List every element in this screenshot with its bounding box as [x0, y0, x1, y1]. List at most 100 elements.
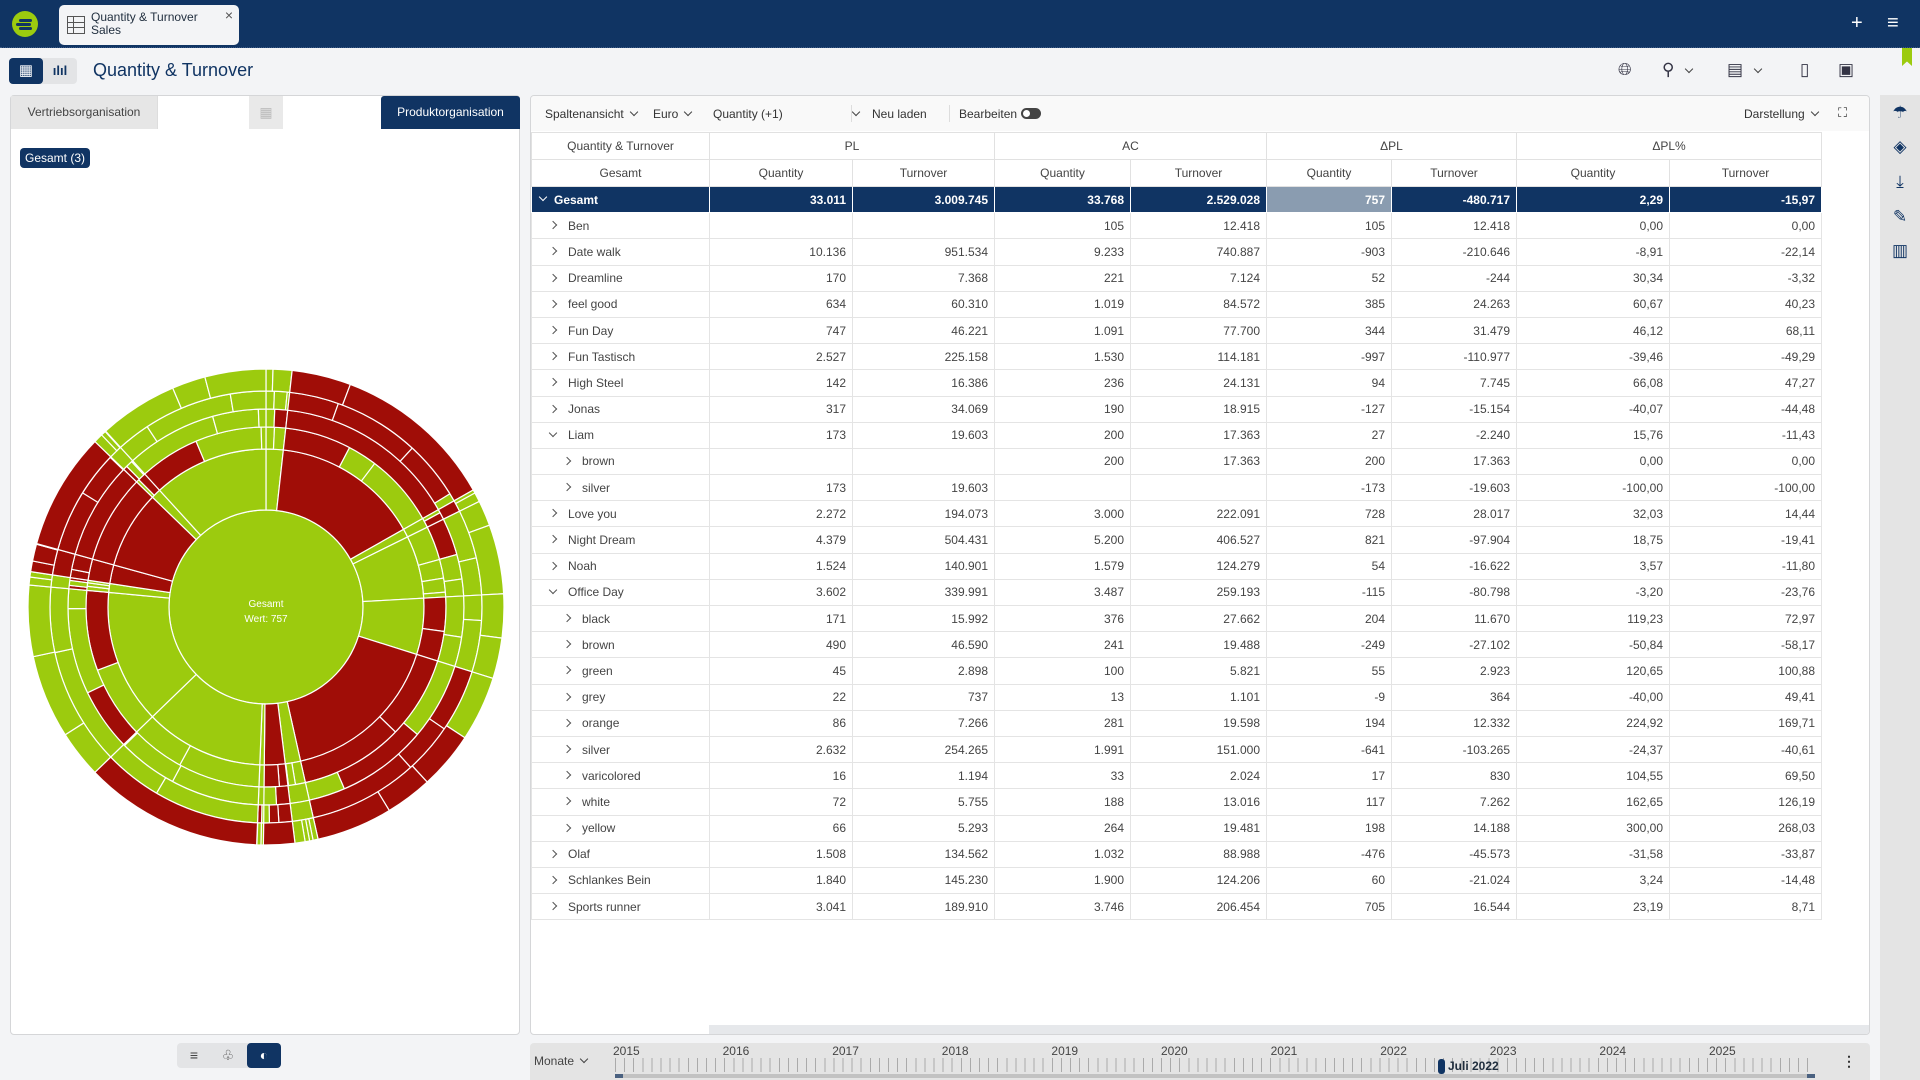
- value-cell[interactable]: 105: [1266, 212, 1392, 240]
- column-header[interactable]: Quantity: [994, 159, 1131, 187]
- value-cell[interactable]: 60: [1266, 866, 1392, 895]
- value-cell[interactable]: 222.091: [1130, 500, 1267, 528]
- value-cell[interactable]: [709, 212, 853, 240]
- table-row[interactable]: Sports runner 3.041 189.910 3.746 206.454 705…: [531, 893, 1822, 921]
- value-cell[interactable]: 2.923: [1391, 657, 1517, 685]
- fullscreen-icon[interactable]: ⛶: [1838, 105, 1847, 121]
- value-cell[interactable]: -244: [1391, 264, 1517, 292]
- value-cell[interactable]: -19,41: [1669, 526, 1822, 554]
- table-row[interactable]: Noah 1.524 140.901 1.579 124.279 54 -16.622 3,5…: [531, 552, 1822, 580]
- timeline-ticks[interactable]: [615, 1058, 1815, 1072]
- value-cell[interactable]: 27.662: [1130, 604, 1267, 633]
- value-cell[interactable]: -80.798: [1391, 578, 1517, 607]
- value-cell[interactable]: 52: [1266, 264, 1392, 292]
- value-cell[interactable]: 740.887: [1130, 238, 1267, 266]
- value-cell[interactable]: 46.221: [852, 316, 995, 345]
- value-cell[interactable]: 16.544: [1391, 893, 1517, 921]
- value-cell[interactable]: 126,19: [1669, 788, 1822, 816]
- measure-dropdown[interactable]: Quantity (+1): [713, 107, 860, 121]
- value-cell[interactable]: 254.265: [852, 735, 995, 764]
- value-cell[interactable]: -97.904: [1391, 526, 1517, 554]
- value-cell[interactable]: 119,23: [1516, 604, 1670, 633]
- value-cell[interactable]: 2.024: [1130, 762, 1267, 790]
- value-cell[interactable]: 3.487: [994, 578, 1131, 607]
- value-cell[interactable]: 47,27: [1669, 369, 1822, 397]
- chevron-right-icon[interactable]: [562, 770, 572, 780]
- chevron-right-icon[interactable]: [548, 875, 558, 885]
- sunburst-chart[interactable]: Gesamt Wert: 757: [28, 369, 504, 845]
- value-cell[interactable]: 15.992: [852, 604, 995, 633]
- value-cell[interactable]: 1.991: [994, 735, 1131, 764]
- value-cell[interactable]: 124.206: [1130, 866, 1267, 895]
- filter-table-icon[interactable]: ▦: [249, 96, 283, 129]
- value-cell[interactable]: 1.840: [709, 866, 853, 895]
- value-cell[interactable]: 0,00: [1669, 447, 1822, 476]
- value-cell[interactable]: 12.418: [1130, 212, 1267, 240]
- value-cell[interactable]: 17.363: [1130, 421, 1267, 449]
- value-cell[interactable]: 0,00: [1669, 212, 1822, 240]
- value-cell[interactable]: 5.755: [852, 788, 995, 816]
- value-cell[interactable]: 317: [709, 395, 853, 423]
- column-header[interactable]: Quantity: [1266, 159, 1392, 187]
- sunburst-subsegment[interactable]: [263, 763, 281, 788]
- value-cell[interactable]: 1.032: [994, 840, 1131, 868]
- value-cell[interactable]: -39,46: [1516, 343, 1670, 371]
- value-cell[interactable]: 19.598: [1130, 709, 1267, 737]
- value-cell[interactable]: 190: [994, 395, 1131, 423]
- timeline-start-handle[interactable]: [615, 1074, 623, 1078]
- table-row[interactable]: Dreamline 170 7.368 221 7.124 52 -244 30,34 -3,3…: [531, 264, 1822, 292]
- value-cell[interactable]: 86: [709, 709, 853, 737]
- sunburst-subsegment[interactable]: [443, 578, 465, 598]
- sunburst-subsegment[interactable]: [257, 408, 267, 428]
- value-cell[interactable]: 7.745: [1391, 369, 1517, 397]
- value-cell[interactable]: 170: [709, 264, 853, 292]
- value-cell[interactable]: -40,61: [1669, 735, 1822, 764]
- layers-icon[interactable]: ◈: [1880, 137, 1920, 157]
- chevron-right-icon[interactable]: [562, 666, 572, 675]
- value-cell[interactable]: 72,97: [1669, 604, 1822, 633]
- value-cell[interactable]: -24,37: [1516, 735, 1670, 764]
- table-row[interactable]: green 45 2.898 100 5.821 55 2.923 120,65 100,88: [531, 657, 1822, 685]
- value-cell[interactable]: 23,19: [1516, 893, 1670, 921]
- chevron-down-icon[interactable]: [548, 428, 558, 437]
- chevron-right-icon[interactable]: [548, 220, 558, 230]
- display-dropdown[interactable]: Darstellung: [1744, 107, 1819, 121]
- sunburst-subsegment[interactable]: [443, 595, 465, 638]
- value-cell[interactable]: 13: [994, 683, 1131, 711]
- table-row[interactable]: yellow 66 5.293 264 19.481 198 14.188 300,00 268…: [531, 814, 1822, 842]
- globe-icon[interactable]: 🌐︎: [1618, 60, 1632, 80]
- table-row[interactable]: grey 22 737 13 1.101 -9 364 -40,00 49,41: [531, 683, 1822, 711]
- value-cell[interactable]: 5.200: [994, 526, 1131, 554]
- value-cell[interactable]: 268,03: [1669, 814, 1822, 842]
- value-cell[interactable]: 200: [1266, 447, 1392, 476]
- watering-can-icon[interactable]: ☂: [1880, 103, 1920, 123]
- value-cell[interactable]: 33.011: [709, 185, 853, 214]
- value-cell[interactable]: -45.573: [1391, 840, 1517, 868]
- chevron-right-icon[interactable]: [548, 273, 558, 282]
- value-cell[interactable]: 31.479: [1391, 316, 1517, 345]
- value-cell[interactable]: 1.900: [994, 866, 1131, 895]
- value-cell[interactable]: 14,44: [1669, 500, 1822, 528]
- value-cell[interactable]: -476: [1266, 840, 1392, 868]
- table-row[interactable]: brown 490 46.590 241 19.488 -249 -27.102 -50,84…: [531, 631, 1822, 659]
- value-cell[interactable]: 33: [994, 762, 1131, 790]
- value-cell[interactable]: -115: [1266, 578, 1392, 607]
- value-cell[interactable]: 40,23: [1669, 290, 1822, 318]
- value-cell[interactable]: 14.188: [1391, 814, 1517, 842]
- value-cell[interactable]: 105: [994, 212, 1131, 240]
- value-cell[interactable]: -19.603: [1391, 474, 1517, 502]
- chevron-right-icon[interactable]: [548, 299, 558, 308]
- value-cell[interactable]: -58,17: [1669, 631, 1822, 659]
- value-cell[interactable]: 173: [709, 474, 853, 502]
- chevron-right-icon[interactable]: [562, 718, 572, 727]
- sunburst-subsegment[interactable]: [260, 426, 267, 450]
- value-cell[interactable]: 344: [1266, 316, 1392, 345]
- chevron-right-icon[interactable]: [562, 639, 572, 649]
- value-cell[interactable]: 3.009.745: [852, 185, 995, 214]
- sunburst-subsegment[interactable]: [421, 577, 447, 595]
- chevron-right-icon[interactable]: [548, 378, 558, 387]
- value-cell[interactable]: 490: [709, 631, 853, 659]
- value-cell[interactable]: 19.488: [1130, 631, 1267, 659]
- sunburst-subsegment[interactable]: [67, 588, 88, 610]
- value-cell[interactable]: 194: [1266, 709, 1392, 737]
